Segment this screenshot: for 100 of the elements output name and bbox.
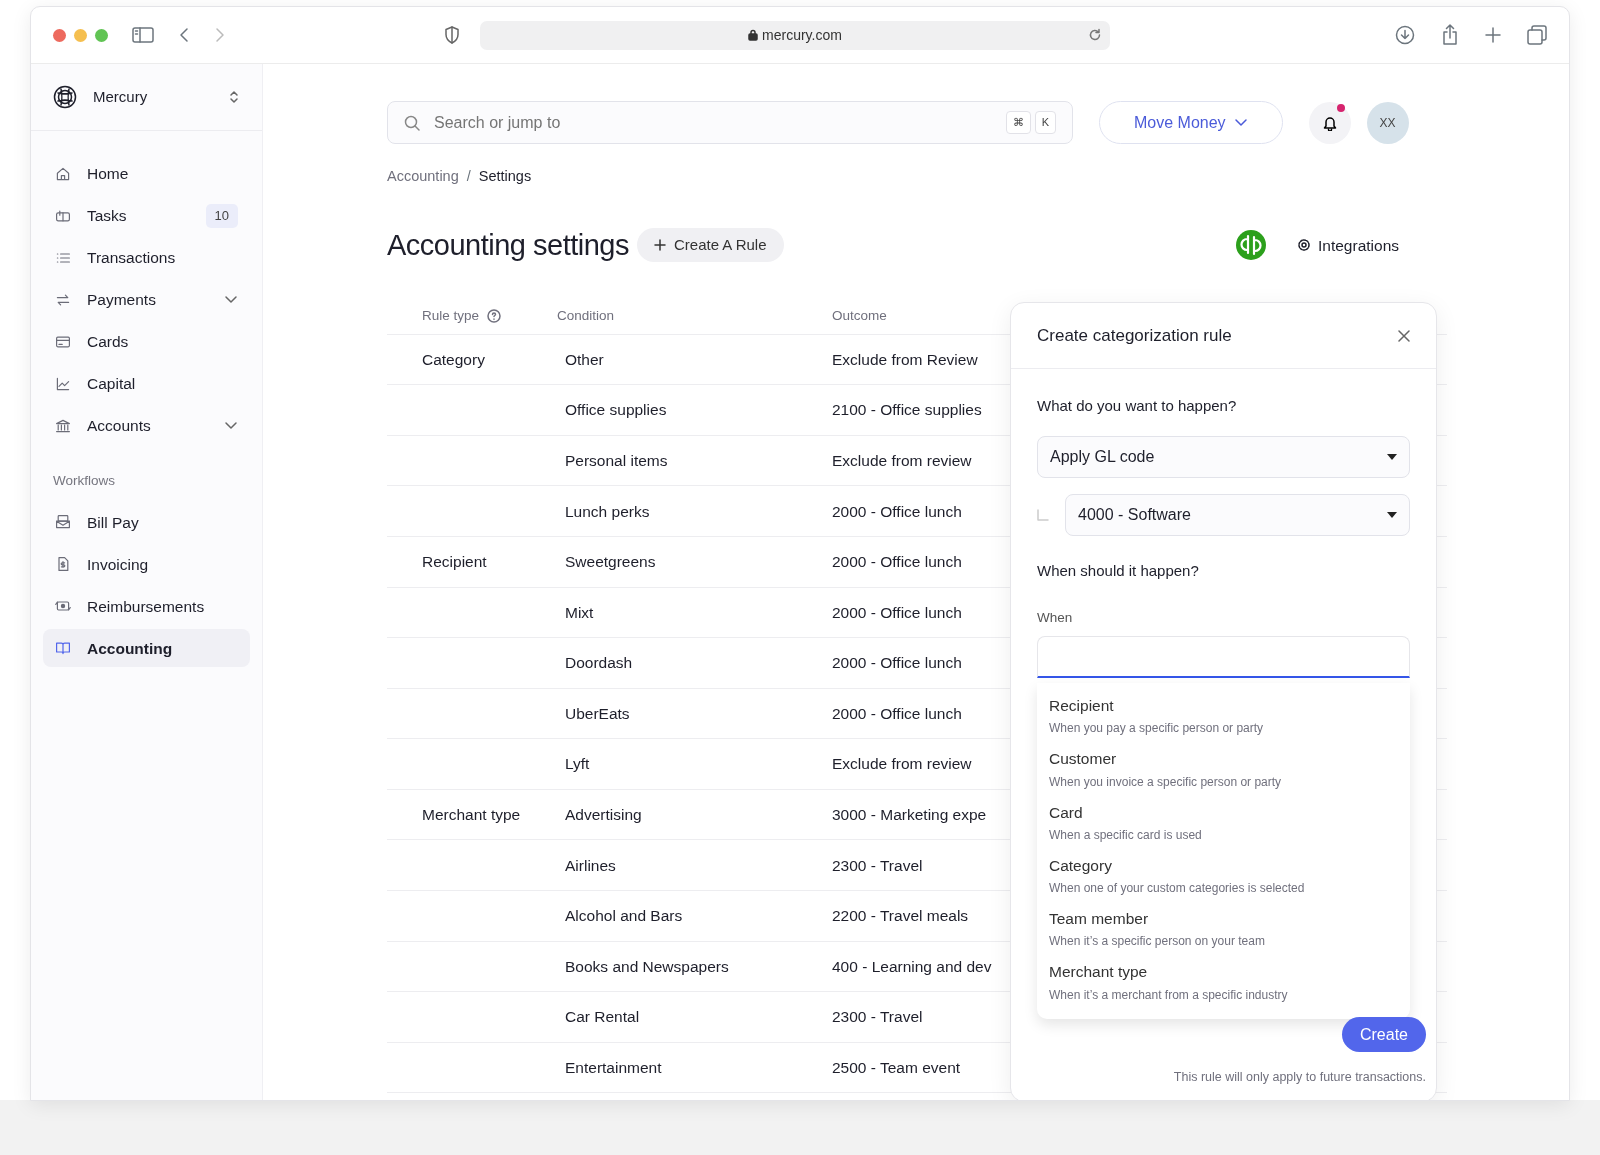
dropdown-caret-icon <box>1387 511 1397 518</box>
create-rule-button[interactable]: Create A Rule <box>637 228 784 263</box>
outcome-cell: 3000 - Marketing expe <box>832 806 987 824</box>
sidebar-item[interactable]: Transactions <box>43 239 250 277</box>
when-field[interactable] <box>1037 636 1410 679</box>
outcome-cell: 2000 - Office lunch <box>832 603 962 621</box>
sidebar-item[interactable]: Accounting <box>43 629 250 668</box>
user-avatar[interactable]: XX <box>1366 101 1409 144</box>
page-title: Accounting settings <box>387 227 629 263</box>
outcome-cell: 400 - Learning and dev <box>832 957 992 975</box>
integrations-link[interactable]: Integrations <box>1298 233 1399 257</box>
condition-cell: Lyft <box>565 755 590 773</box>
select-field[interactable]: Apply GL code <box>1037 435 1410 478</box>
search-field[interactable]: Search or jump to <box>432 109 994 136</box>
search-bar[interactable]: Search or jump to ⌘ K <box>387 101 1073 144</box>
sidebar-item[interactable]: Bill Pay <box>43 503 250 542</box>
rule-type-cell: Merchant type <box>422 806 521 824</box>
move-money-button[interactable]: Move Money <box>1099 101 1283 144</box>
sidebar-item[interactable]: Reimbursements <box>43 587 250 626</box>
outcome-cell: 2000 - Office lunch <box>832 553 962 571</box>
company-logo-icon <box>53 85 77 109</box>
help-icon[interactable] <box>487 309 502 324</box>
sidebar-item[interactable]: Payments <box>43 281 250 319</box>
breadcrumb-separator: / <box>466 167 471 186</box>
option-item[interactable]: Category When one of your custom categories is selected <box>1037 848 1410 902</box>
outcome-cell: Exclude from review <box>832 755 972 773</box>
condition-cell: Personal items <box>565 451 668 469</box>
sidebar-item[interactable]: Invoicing <box>43 545 250 584</box>
create-button[interactable]: Create <box>1341 1017 1426 1053</box>
window-control-dot[interactable] <box>95 28 108 42</box>
address-bar[interactable]: mercury.com <box>480 20 1110 50</box>
field-label: When <box>1037 609 1074 627</box>
rule-type-cell: Recipient <box>422 553 487 571</box>
option-item[interactable]: Recipient When you pay a specific person or party <box>1037 689 1410 743</box>
rule-type-cell: Category <box>422 350 485 368</box>
condition-cell: Books and Newspapers <box>565 957 729 975</box>
url-text: mercury.com <box>762 25 842 45</box>
outcome-cell: 2100 - Office supplies <box>832 401 982 419</box>
sidebar-item[interactable]: Capital <box>43 365 250 403</box>
back-icon[interactable] <box>178 26 190 44</box>
window-control-dot[interactable] <box>53 28 66 42</box>
breadcrumb-link[interactable]: Settings <box>478 166 532 188</box>
indent-line-icon <box>1037 508 1049 521</box>
plus-icon[interactable] <box>1485 27 1501 43</box>
sidebar-toggle-icon[interactable] <box>132 26 154 44</box>
outcome-cell: Exclude from review <box>832 451 972 469</box>
outcome-cell: 2300 - Travel <box>832 1008 923 1026</box>
outcome-cell: Exclude from Review <box>832 350 978 368</box>
outcome-cell: 2300 - Travel <box>832 856 923 874</box>
condition-cell: Doordash <box>565 654 633 672</box>
outcome-cell: 2500 - Team event <box>832 1059 961 1077</box>
outcome-cell: 2000 - Office lunch <box>832 704 962 722</box>
condition-cell: Car Rental <box>565 1008 640 1026</box>
download-icon[interactable] <box>1395 25 1415 45</box>
question-label: When should it happen? <box>1037 560 1200 581</box>
quickbooks-logo-icon <box>1236 230 1266 261</box>
sidebar-item[interactable]: Home <box>43 155 250 193</box>
plus-icon <box>654 239 666 252</box>
tabs-icon[interactable] <box>1527 25 1547 45</box>
option-item[interactable]: Team member When it’s a specific person on your team <box>1037 902 1410 956</box>
select-field[interactable]: 4000 - Software <box>1065 493 1410 536</box>
section-label: Workflows <box>53 472 116 490</box>
condition-cell: Entertainment <box>565 1059 662 1077</box>
outcome-cell: 2200 - Travel meals <box>832 907 969 925</box>
option-item[interactable]: Customer When you invoice a specific person or party <box>1037 742 1410 796</box>
condition-cell: Advertising <box>565 806 642 824</box>
outcome-cell: 2000 - Office lunch <box>832 502 962 520</box>
column-header: Rule type <box>422 306 480 325</box>
close-icon <box>1398 329 1410 342</box>
condition-cell: Airlines <box>565 856 616 874</box>
expand-collapse-icon[interactable] <box>228 89 240 105</box>
bell-icon <box>1322 114 1337 131</box>
option-item[interactable]: Merchant type When it’s a merchant from a specific industry <box>1037 955 1410 1009</box>
dropdown-caret-icon <box>1387 453 1397 460</box>
option-item[interactable]: Card When a specific card is used <box>1037 795 1410 849</box>
breadcrumb-link[interactable]: Accounting <box>387 166 459 188</box>
shortcut-key: K <box>1034 111 1056 134</box>
shield-icon[interactable] <box>444 26 460 44</box>
sidebar-item[interactable]: Cards <box>43 323 250 361</box>
condition-cell: Alcohol and Bars <box>565 907 683 925</box>
notifications-button[interactable] <box>1308 101 1351 144</box>
reload-icon[interactable] <box>1088 28 1102 42</box>
condition-cell: Other <box>565 350 604 368</box>
question-label: What do you want to happen? <box>1037 396 1238 416</box>
count-badge: 10 <box>205 204 238 228</box>
share-icon[interactable] <box>1441 24 1459 46</box>
footer-note: This rule will only apply to future transactions. <box>1173 1069 1426 1087</box>
column-header: Condition <box>557 307 615 323</box>
sidebar-item[interactable]: Tasks 10 <box>43 197 250 235</box>
condition-cell: Sweetgreens <box>565 553 656 571</box>
shortcut-key: ⌘ <box>1005 111 1031 134</box>
dialog-title: Create categorization rule <box>1037 324 1232 347</box>
outcome-cell: 2000 - Office lunch <box>832 654 962 672</box>
close-button[interactable] <box>1398 329 1410 342</box>
column-header: Outcome <box>832 307 887 323</box>
sidebar-item[interactable]: Accounts <box>43 407 250 445</box>
lock-icon <box>748 29 759 41</box>
condition-cell: Lunch perks <box>565 502 650 520</box>
window-control-dot[interactable] <box>74 28 87 42</box>
org-name: Mercury <box>93 86 148 107</box>
